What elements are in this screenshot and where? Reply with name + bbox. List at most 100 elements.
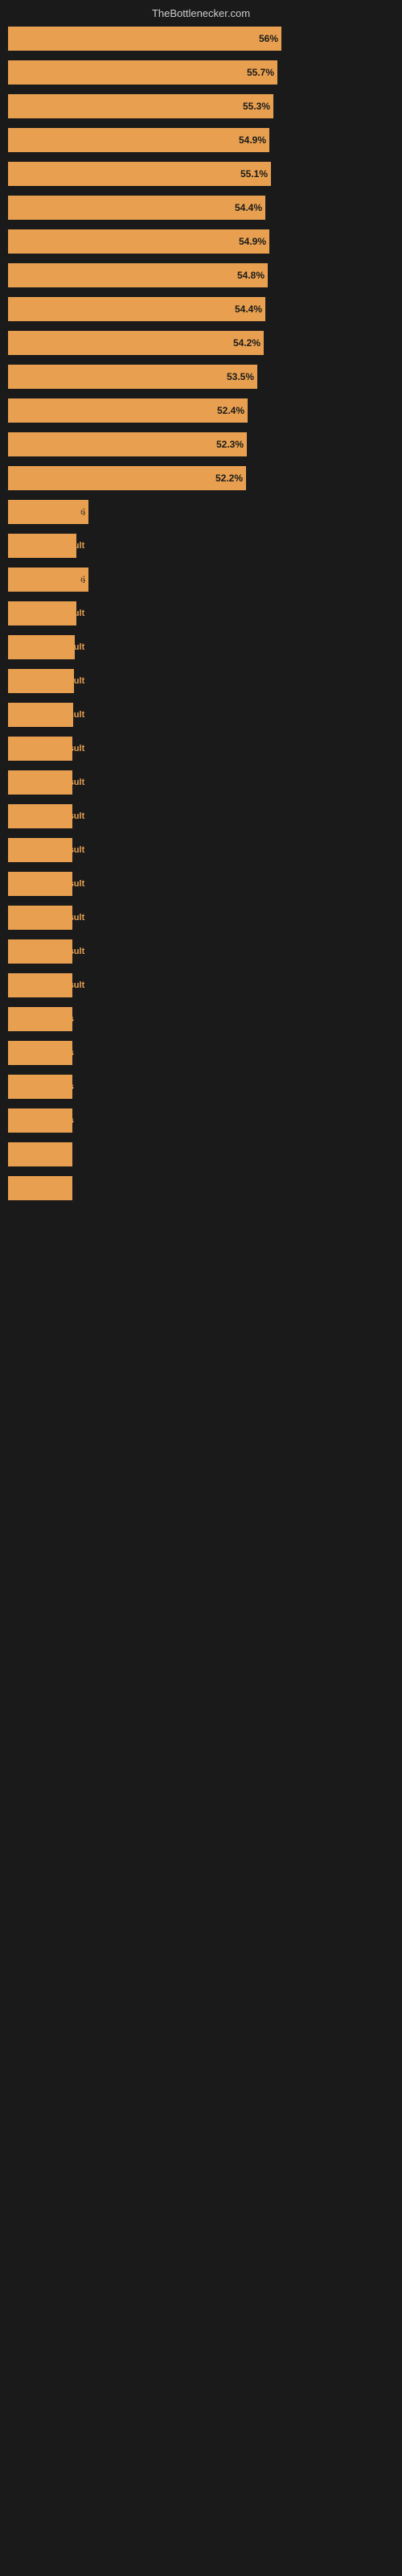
- bar-label: Bottleneck result: [8, 440, 89, 449]
- bar-label: Bottleneck result: [8, 778, 89, 787]
- table-row: Bottleneck result: [8, 700, 394, 729]
- bar-container: Bottleneck re: [8, 1176, 394, 1200]
- site-title: TheBottlenecker.com: [152, 7, 250, 19]
- bar-container: Bottleneck result: [8, 804, 394, 828]
- bars-container: Bottleneck result56%Bottleneck result55.…: [0, 24, 402, 1203]
- bar-container: Bottleneck re: [8, 1142, 394, 1166]
- bar-label: Bottleneck result: [8, 135, 89, 145]
- table-row: Bottleneck result 54.4%: [8, 295, 394, 324]
- table-row: Bottleneck result: [8, 633, 394, 662]
- bar-label: Bottleneck result: [8, 947, 89, 956]
- table-row: Bottleneck result 52.3%: [8, 430, 394, 459]
- table-row: Bottleneck result: [8, 599, 394, 628]
- table-row: Bottleneck result4: [8, 565, 394, 594]
- bar-label: Bottleneck result: [8, 980, 89, 990]
- table-row: Bottleneck result53.5%: [8, 362, 394, 391]
- bar-label: Bottleneck result: [8, 237, 89, 246]
- bar-label: Bottleneck result: [8, 575, 89, 584]
- table-row: Bottleneck result52.4%: [8, 396, 394, 425]
- bar-container: Bottleneck result: [8, 906, 394, 930]
- table-row: Bottleneck result: [8, 903, 394, 932]
- bar-label: Bottleneck result: [8, 609, 89, 618]
- bar-label: Bottleneck res: [8, 1048, 79, 1058]
- bar-value: 55.3%: [243, 101, 273, 112]
- bar-container: Bottleneck result: [8, 534, 394, 558]
- table-row: Bottleneck re: [8, 1140, 394, 1169]
- bar-label: Bottleneck result: [8, 507, 89, 517]
- table-row: Bottleneck result: [8, 531, 394, 560]
- site-header: TheBottlenecker.com: [0, 0, 402, 24]
- bar-value: 53.5%: [227, 371, 257, 382]
- bar-container: Bottleneck result 56%: [8, 27, 394, 51]
- bar-label: Bottleneck result: [8, 169, 89, 179]
- table-row: Bottleneck result 54.4%: [8, 193, 394, 222]
- bar-label: Bottleneck result: [8, 710, 89, 720]
- bar-container: Bottleneck result: [8, 939, 394, 964]
- table-row: Bottleneck res: [8, 1005, 394, 1034]
- table-row: Bottleneck result: [8, 667, 394, 696]
- bar-value: 56%: [259, 33, 281, 44]
- bar-container: Bottleneck result 54.8%: [8, 263, 394, 287]
- bar-container: Bottleneck result: [8, 737, 394, 761]
- bar-container: Bottleneck result 55.1%: [8, 162, 394, 186]
- table-row: Bottleneck result55.7%: [8, 58, 394, 87]
- bar-label: Bottleneck res: [8, 1082, 79, 1092]
- table-row: Bottleneck result 55.1%: [8, 159, 394, 188]
- bar-label: Bottleneck result: [8, 304, 89, 314]
- bar-label: Bottleneck result: [8, 879, 89, 889]
- bar-container: Bottleneck result 54.4%: [8, 196, 394, 220]
- bar-container: Bottleneck result: [8, 770, 394, 795]
- bar-value: 52.3%: [216, 439, 247, 450]
- bar-label: Bottleneck re: [8, 1183, 74, 1193]
- bar-container: Bottleneck res: [8, 1041, 394, 1065]
- bar-container: Bottleneck result: [8, 601, 394, 625]
- bar-value: 54.9%: [239, 236, 269, 247]
- bar-label: Bottleneck result: [8, 338, 89, 348]
- bar-label: Bottleneck result: [8, 744, 89, 753]
- bar-label: Bottleneck result: [8, 68, 89, 77]
- bar-container: Bottleneck result: [8, 635, 394, 659]
- bar-value: 54.4%: [235, 303, 265, 315]
- table-row: Bottleneck result 56%: [8, 24, 394, 53]
- table-row: Bottleneck res: [8, 1106, 394, 1135]
- table-row: Bottleneck result 54.9%: [8, 227, 394, 256]
- table-row: Bottleneck result52.2%: [8, 464, 394, 493]
- bar-value: 52.2%: [215, 473, 246, 484]
- bar-container: Bottleneck result 54.9%: [8, 229, 394, 254]
- bar-container: Bottleneck result: [8, 703, 394, 727]
- bar-label: Bottleneck re: [8, 1150, 74, 1159]
- bar-container: Bottleneck result: [8, 669, 394, 693]
- bar-label: Bottleneck result: [8, 406, 89, 415]
- bar-label: Bottleneck result: [8, 676, 89, 686]
- table-row: Bottleneck result 54.9%: [8, 126, 394, 155]
- table-row: Bottleneck re: [8, 1174, 394, 1203]
- bar-value: 54.4%: [235, 202, 265, 213]
- bar-value: 54.8%: [237, 270, 268, 281]
- bar-label: Bottleneck result: [8, 203, 89, 213]
- bar-container: Bottleneck result4: [8, 500, 394, 524]
- bar-container: Bottleneck result 54.4%: [8, 297, 394, 321]
- bar-label: Bottleneck res: [8, 1116, 79, 1125]
- table-row: Bottleneck result: [8, 869, 394, 898]
- table-row: Bottleneck result: [8, 768, 394, 797]
- bar-label: Bottleneck result: [8, 34, 89, 43]
- table-row: Bottleneck result 54.2%: [8, 328, 394, 357]
- bar-value: 54.2%: [233, 337, 264, 349]
- bar-container: Bottleneck result 55.3%: [8, 94, 394, 118]
- bar-label: Bottleneck result: [8, 101, 89, 111]
- bar-label: Bottleneck result: [8, 845, 89, 855]
- bar-value: 55.1%: [240, 168, 271, 180]
- bar-label: Bottleneck result: [8, 913, 89, 923]
- table-row: Bottleneck result4: [8, 497, 394, 526]
- bar-container: Bottleneck res: [8, 1007, 394, 1031]
- bar-container: Bottleneck result: [8, 838, 394, 862]
- bar-label: Bottleneck result: [8, 270, 89, 280]
- table-row: Bottleneck result: [8, 734, 394, 763]
- table-row: Bottleneck result: [8, 937, 394, 966]
- table-row: Bottleneck result 55.3%: [8, 92, 394, 121]
- table-row: Bottleneck res: [8, 1038, 394, 1067]
- bar-container: Bottleneck result: [8, 973, 394, 997]
- bar-label: Bottleneck result: [8, 811, 89, 821]
- bar-value: 54.9%: [239, 134, 269, 146]
- bar-container: Bottleneck result 54.2%: [8, 331, 394, 355]
